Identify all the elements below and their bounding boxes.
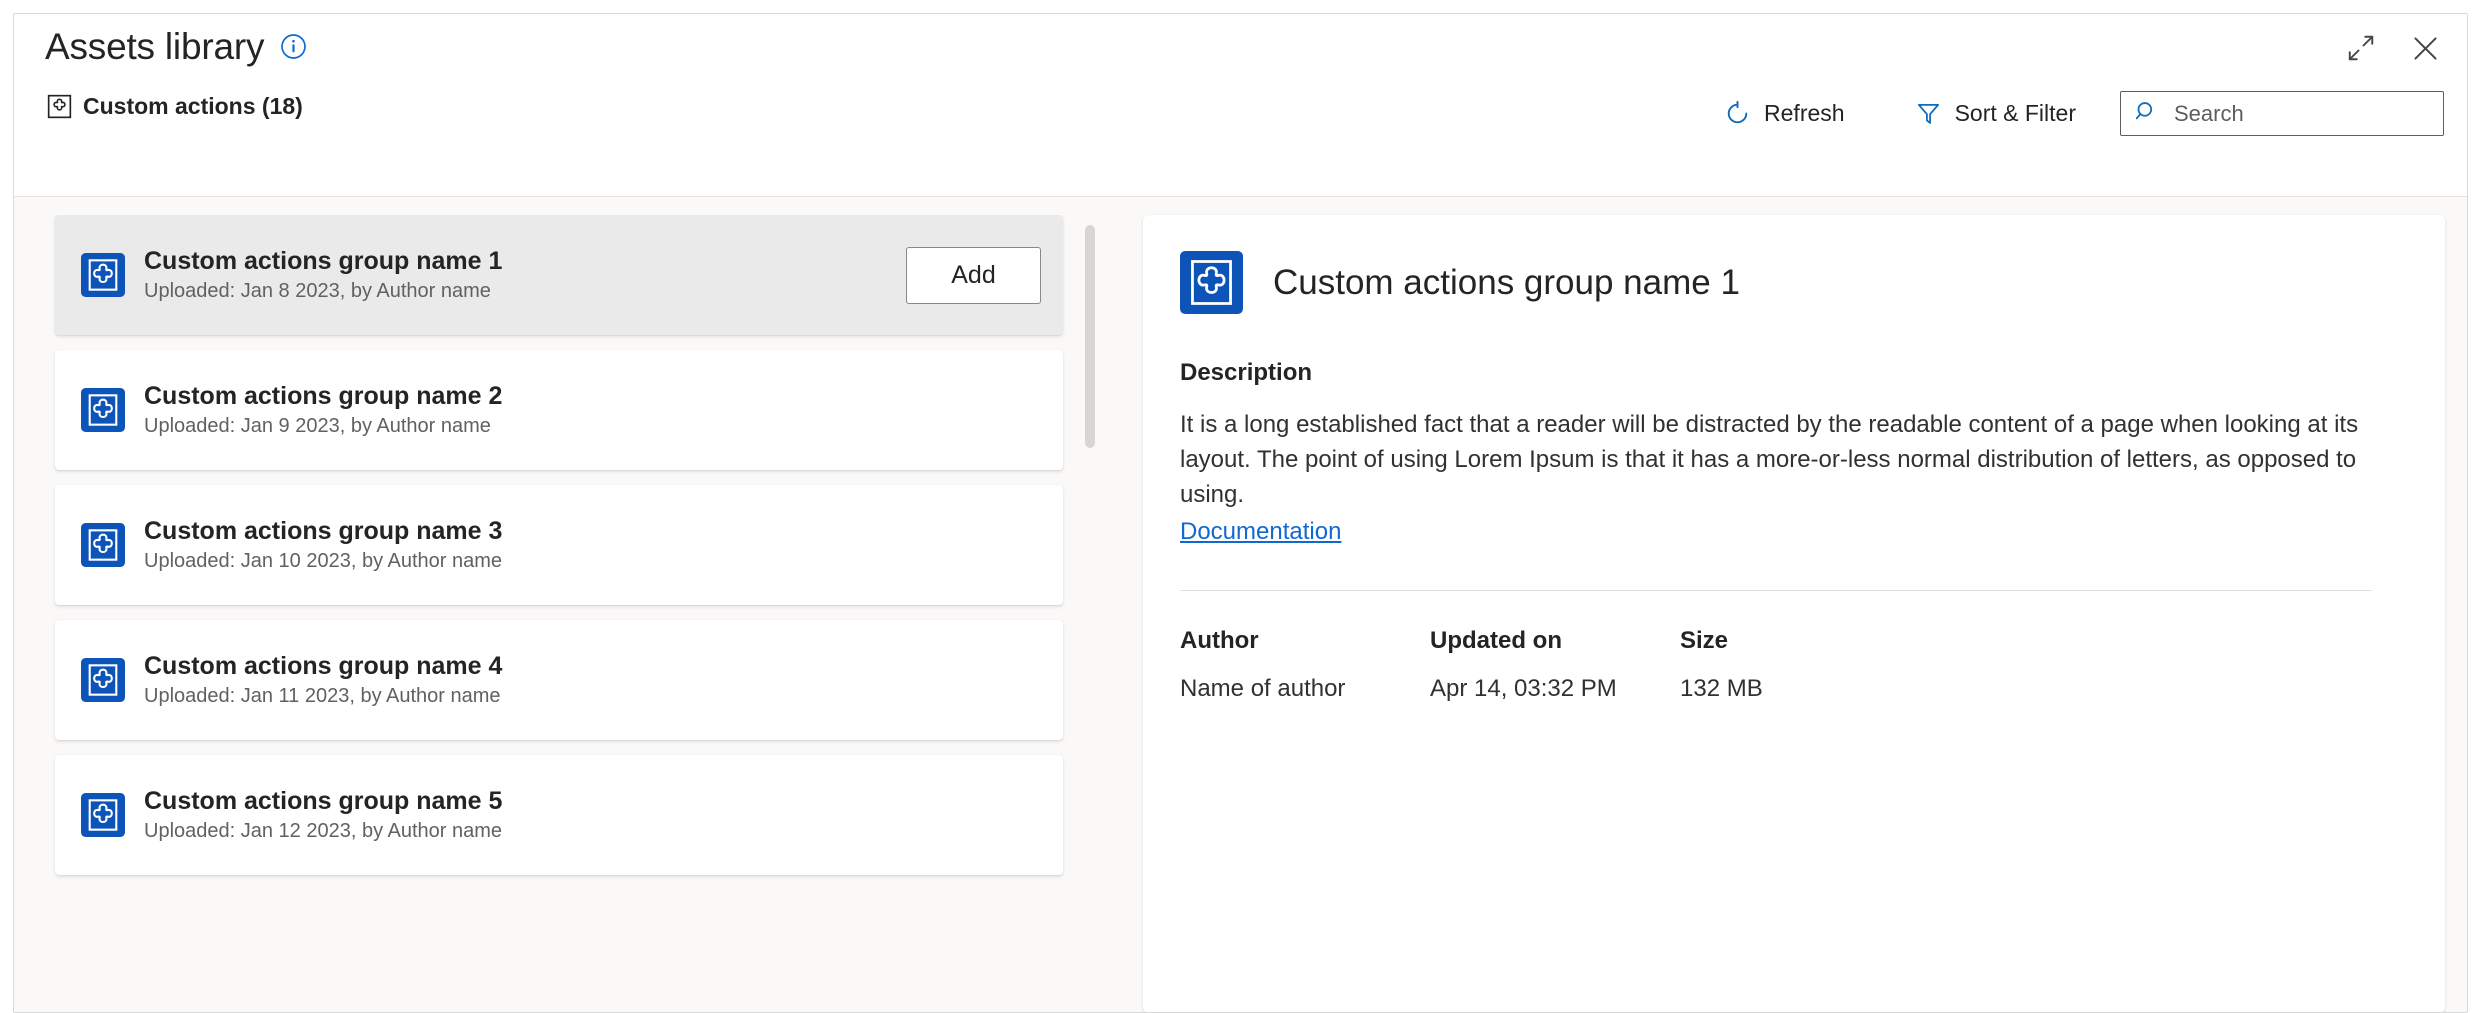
- list-item-text: Custom actions group name 3 Uploaded: Jan…: [144, 517, 1041, 574]
- puzzle-square-icon: [81, 523, 125, 567]
- subtitle-row: Custom actions (18): [47, 94, 303, 119]
- puzzle-square-icon: [81, 253, 125, 297]
- list-item[interactable]: Custom actions group name 2 Uploaded: Jan…: [55, 350, 1063, 470]
- list-item-subtitle: Uploaded: Jan 8 2023, by Author name: [144, 280, 906, 303]
- list-item-title: Custom actions group name 3: [144, 517, 1041, 546]
- list-item-title: Custom actions group name 4: [144, 652, 1041, 681]
- list-item[interactable]: Custom actions group name 5 Uploaded: Jan…: [55, 755, 1063, 875]
- updated-on-label: Updated on: [1430, 627, 1680, 655]
- puzzle-square-icon: [81, 658, 125, 702]
- page-title: Assets library: [45, 28, 264, 65]
- expand-diagonal-icon[interactable]: [2344, 31, 2378, 65]
- search-input[interactable]: [2172, 100, 2430, 128]
- detail-header: Custom actions group name 1: [1180, 251, 2405, 314]
- size-value: 132 MB: [1680, 675, 2405, 703]
- description-label: Description: [1180, 359, 2405, 387]
- list-item-title: Custom actions group name 5: [144, 787, 1041, 816]
- refresh-label: Refresh: [1764, 102, 1845, 125]
- close-icon[interactable]: [2408, 31, 2442, 65]
- puzzle-square-icon: [1180, 251, 1243, 314]
- asset-detail-pane: Custom actions group name 1 Description …: [1117, 215, 2445, 1013]
- assets-list-pane: Custom actions group name 1 Uploaded: Jan…: [39, 215, 1117, 1013]
- author-value: Name of author: [1180, 675, 1430, 703]
- search-magnifier-icon: [2134, 99, 2159, 129]
- assets-library-dialog: Assets library Custom actions (18): [13, 13, 2468, 1013]
- info-circle-icon[interactable]: [280, 33, 307, 60]
- list-item-subtitle: Uploaded: Jan 9 2023, by Author name: [144, 415, 1041, 438]
- funnel-filter-icon: [1915, 100, 1942, 127]
- assets-list[interactable]: Custom actions group name 1 Uploaded: Jan…: [39, 215, 1079, 1013]
- subtitle-label: Custom actions (18): [83, 95, 303, 118]
- size-label: Size: [1680, 627, 2405, 655]
- list-item[interactable]: Custom actions group name 3 Uploaded: Jan…: [55, 485, 1063, 605]
- puzzle-square-icon: [81, 793, 125, 837]
- title-row: Assets library: [45, 28, 307, 65]
- list-scrollbar-thumb[interactable]: [1085, 225, 1095, 448]
- list-item-text: Custom actions group name 1 Uploaded: Jan…: [144, 247, 906, 304]
- list-item-text: Custom actions group name 2 Uploaded: Jan…: [144, 382, 1041, 439]
- toolbar: Refresh Sort & Filter: [1710, 91, 2444, 136]
- dialog-header: Assets library Custom actions (18): [14, 14, 2467, 197]
- list-item-subtitle: Uploaded: Jan 11 2023, by Author name: [144, 685, 1041, 708]
- refresh-circular-arrow-icon: [1724, 100, 1751, 127]
- documentation-link[interactable]: Documentation: [1180, 518, 1341, 546]
- detail-divider: [1180, 590, 2372, 591]
- puzzle-square-icon: [47, 94, 72, 119]
- puzzle-square-icon: [81, 388, 125, 432]
- list-item[interactable]: Custom actions group name 1 Uploaded: Jan…: [55, 215, 1063, 335]
- list-item-text: Custom actions group name 4 Uploaded: Jan…: [144, 652, 1041, 709]
- list-item-subtitle: Uploaded: Jan 10 2023, by Author name: [144, 550, 1041, 573]
- search-box[interactable]: [2120, 91, 2444, 136]
- author-label: Author: [1180, 627, 1430, 655]
- add-button[interactable]: Add: [906, 247, 1041, 304]
- list-item[interactable]: Custom actions group name 4 Uploaded: Jan…: [55, 620, 1063, 740]
- detail-meta-grid: Author Updated on Size Name of author Ap…: [1180, 627, 2405, 703]
- refresh-button[interactable]: Refresh: [1710, 92, 1859, 135]
- list-item-title: Custom actions group name 1: [144, 247, 906, 276]
- dialog-body: Custom actions group name 1 Uploaded: Jan…: [14, 197, 2467, 1013]
- sort-filter-label: Sort & Filter: [1955, 102, 2076, 125]
- list-item-subtitle: Uploaded: Jan 12 2023, by Author name: [144, 820, 1041, 843]
- header-actions: [2344, 31, 2442, 65]
- list-item-text: Custom actions group name 5 Uploaded: Jan…: [144, 787, 1041, 844]
- description-text: It is a long established fact that a rea…: [1180, 407, 2372, 512]
- list-item-title: Custom actions group name 2: [144, 382, 1041, 411]
- list-scrollbar[interactable]: [1085, 225, 1095, 919]
- updated-on-value: Apr 14, 03:32 PM: [1430, 675, 1680, 703]
- sort-filter-button[interactable]: Sort & Filter: [1901, 92, 2090, 135]
- asset-detail-card: Custom actions group name 1 Description …: [1143, 215, 2445, 1013]
- detail-title: Custom actions group name 1: [1273, 265, 1740, 300]
